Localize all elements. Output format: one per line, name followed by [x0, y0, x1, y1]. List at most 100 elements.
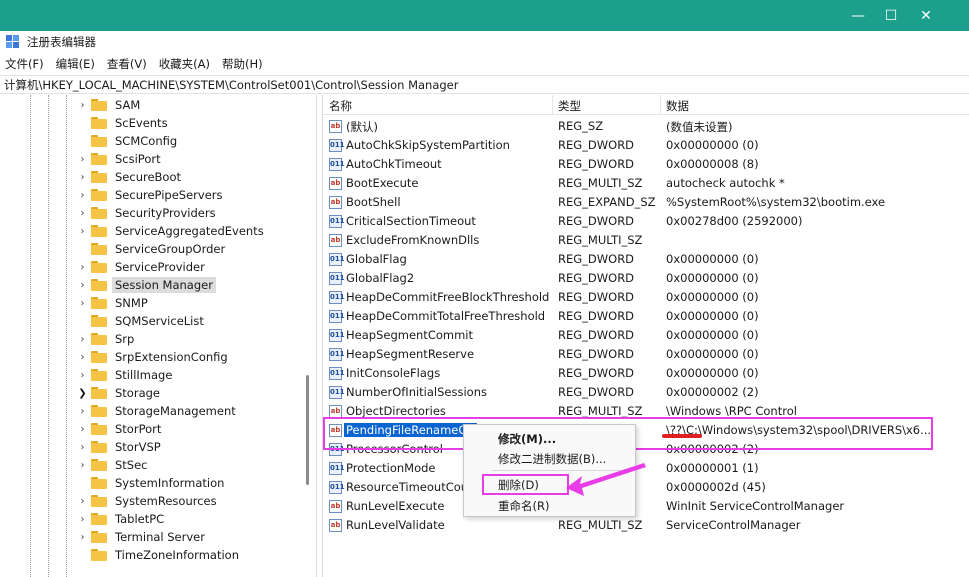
tree-item-label: ScsiPort [115, 152, 161, 166]
tree-item[interactable]: › Terminal Server [78, 528, 208, 546]
tree-item-label: Terminal Server [115, 530, 205, 544]
tree-item[interactable]: ServiceGroupOrder [78, 240, 228, 258]
value-data: 0x0000002d (45) [666, 480, 766, 494]
string-value-icon: ab [329, 234, 342, 247]
value-row[interactable]: 011 CriticalSectionTimeout REG_DWORD 0x0027… [323, 212, 969, 231]
tree-item-label: SystemInformation [115, 476, 225, 490]
tree-item[interactable]: › ScsiPort [78, 150, 164, 168]
value-name: HeapDeCommitFreeBlockThreshold [346, 290, 550, 304]
tree-item[interactable]: › SecureBoot [78, 168, 184, 186]
value-name: RunLevelExecute [346, 499, 445, 513]
chevron-right-icon[interactable]: › [78, 334, 87, 345]
tree-item[interactable]: › StorPort [78, 420, 164, 438]
chevron-right-icon[interactable]: › [78, 424, 87, 435]
tree-item[interactable]: SystemInformation [78, 474, 227, 492]
value-row[interactable]: ab RunLevelValidate REG_MULTI_SZ ServiceCon… [323, 516, 969, 535]
chevron-right-icon[interactable]: › [78, 514, 87, 525]
chevron-right-icon[interactable]: › [78, 532, 87, 543]
value-name: BootShell [346, 195, 401, 209]
close-button[interactable]: ✕ [911, 0, 941, 31]
values-list-pane[interactable]: 名称 类型 数据 ab (默认) REG_SZ (数值未设置) 011 AutoChkSk… [322, 95, 969, 577]
value-row[interactable]: 011 HeapDeCommitTotalFreeThreshold REG_DWO… [323, 307, 969, 326]
tree-item[interactable]: ❯ Storage [78, 384, 163, 402]
chevron-right-icon[interactable]: › [78, 154, 87, 165]
tree-item[interactable]: › StillImage [78, 366, 175, 384]
chevron-right-icon[interactable]: › [78, 406, 87, 417]
value-type: REG_DWORD [558, 366, 635, 380]
value-type: REG_MULTI_SZ [558, 404, 643, 418]
value-name: HeapDeCommitTotalFreeThreshold [346, 309, 546, 323]
value-row[interactable]: ab (默认) REG_SZ (数值未设置) [323, 117, 969, 136]
chevron-right-icon[interactable]: › [78, 208, 87, 219]
value-row[interactable]: 011 NumberOfInitialSessions REG_DWORD 0x000… [323, 383, 969, 402]
menu-edit[interactable]: 编辑(E) [56, 56, 95, 72]
menu-file[interactable]: 文件(F) [5, 56, 44, 72]
minimize-button[interactable]: — [843, 0, 873, 31]
tree-item[interactable]: › SystemResources [78, 492, 220, 510]
value-row[interactable]: 011 GlobalFlag REG_DWORD 0x00000000 (0) [323, 250, 969, 269]
chevron-right-icon[interactable]: › [78, 442, 87, 453]
tree-item[interactable]: › Session Manager [78, 276, 216, 294]
tree-item[interactable]: SQMServiceList [78, 312, 207, 330]
value-row[interactable]: 011 AutoChkTimeout REG_DWORD 0x00000008 (8) [323, 155, 969, 174]
chevron-right-icon[interactable]: › [78, 280, 87, 291]
tree-item-label: Session Manager [112, 277, 216, 293]
context-menu-rename[interactable]: 重命名(R) [498, 498, 549, 516]
tree-item[interactable]: › StSec [78, 456, 151, 474]
tree-item[interactable]: › SecurityProviders [78, 204, 219, 222]
tree-item[interactable]: ScEvents [78, 114, 171, 132]
tree-item[interactable]: › SrpExtensionConfig [78, 348, 231, 366]
value-row[interactable]: 011 HeapSegmentCommit REG_DWORD 0x00000000 … [323, 326, 969, 345]
tree-item[interactable]: › StorageManagement [78, 402, 239, 420]
dword-value-icon: 011 [329, 272, 345, 285]
menu-view[interactable]: 查看(V) [107, 56, 147, 72]
address-bar[interactable]: 计算机\HKEY_LOCAL_MACHINE\SYSTEM\ControlSet… [0, 75, 969, 94]
tree-item[interactable]: › ServiceAggregatedEvents [78, 222, 267, 240]
value-row[interactable]: ab BootExecute REG_MULTI_SZ autocheck autoc… [323, 174, 969, 193]
folder-icon [91, 513, 107, 525]
window-title: 注册表编辑器 [27, 35, 96, 49]
tree-item[interactable]: › Srp [78, 330, 137, 348]
column-header-name[interactable]: 名称 [329, 98, 352, 114]
chevron-right-icon[interactable]: › [78, 298, 87, 309]
tree-item[interactable]: SCMConfig [78, 132, 180, 150]
tree-item-label: TimeZoneInformation [115, 548, 239, 562]
chevron-right-icon[interactable]: › [78, 262, 87, 273]
chevron-right-icon[interactable]: › [78, 496, 87, 507]
menu-favorites[interactable]: 收藏夹(A) [159, 56, 210, 72]
column-header-type[interactable]: 类型 [558, 98, 581, 114]
value-row[interactable]: 011 AutoChkSkipSystemPartition REG_DWORD 0x… [323, 136, 969, 155]
tree-item-label: ServiceAggregatedEvents [115, 224, 264, 238]
chevron-right-icon[interactable]: › [78, 226, 87, 237]
chevron-right-icon[interactable]: › [78, 370, 87, 381]
value-name: ObjectDirectories [346, 404, 446, 418]
chevron-right-icon[interactable]: ❯ [78, 388, 87, 399]
chevron-right-icon[interactable]: › [78, 172, 87, 183]
value-row[interactable]: 011 HeapDeCommitFreeBlockThreshold REG_DWO… [323, 288, 969, 307]
dword-value-icon: 011 [329, 386, 345, 399]
value-row[interactable]: 011 HeapSegmentReserve REG_DWORD 0x00000000… [323, 345, 969, 364]
tree-item[interactable]: › SNMP [78, 294, 151, 312]
value-row[interactable]: ab ExcludeFromKnownDlls REG_MULTI_SZ [323, 231, 969, 250]
tree-item[interactable]: › StorVSP [78, 438, 164, 456]
tree-scrollbar[interactable] [306, 375, 309, 485]
tree-item[interactable]: › ServiceProvider [78, 258, 208, 276]
tree-item[interactable]: › SecurePipeServers [78, 186, 226, 204]
value-data: 0x00000000 (0) [666, 309, 759, 323]
tree-item[interactable]: › SAM [78, 96, 143, 114]
value-row[interactable]: 011 GlobalFlag2 REG_DWORD 0x00000000 (0) [323, 269, 969, 288]
tree-item[interactable]: TimeZoneInformation [78, 546, 242, 564]
column-header-data[interactable]: 数据 [666, 98, 689, 114]
value-data: ServiceControlManager [666, 518, 801, 532]
context-menu-modify[interactable]: 修改(M)... [498, 431, 556, 449]
maximize-button[interactable]: ☐ [876, 0, 906, 31]
chevron-right-icon[interactable]: › [78, 460, 87, 471]
chevron-right-icon[interactable]: › [78, 352, 87, 363]
chevron-right-icon[interactable]: › [78, 190, 87, 201]
registry-tree-pane[interactable]: › SAM ScEvents SCMConfig › ScsiPort › SecureBoo… [0, 95, 317, 577]
tree-item[interactable]: › TabletPC [78, 510, 167, 528]
value-row[interactable]: ab BootShell REG_EXPAND_SZ %SystemRoot%\sys… [323, 193, 969, 212]
chevron-right-icon[interactable]: › [78, 100, 87, 111]
value-row[interactable]: 011 InitConsoleFlags REG_DWORD 0x00000000 (… [323, 364, 969, 383]
menu-help[interactable]: 帮助(H) [222, 56, 263, 72]
